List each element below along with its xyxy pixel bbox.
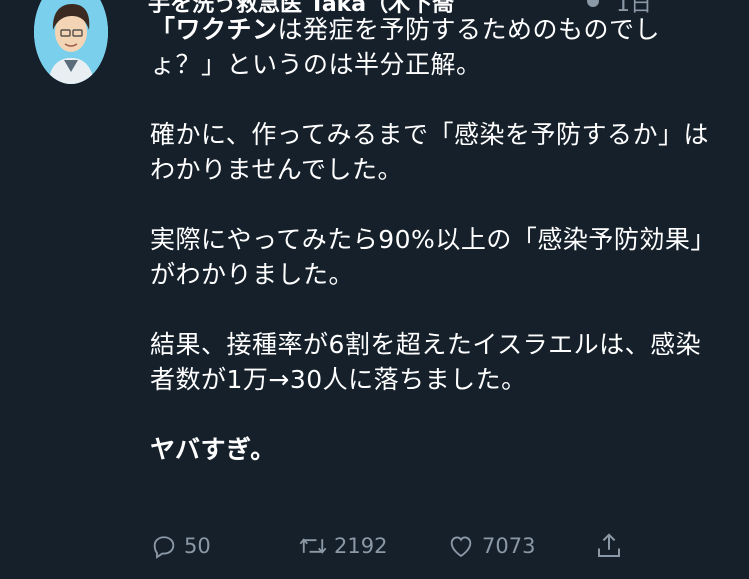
- reply-count: 50: [184, 534, 211, 558]
- tweet-paragraph-3: 実際にやってみたら90%以上の「感染予防効果」がわかりました。: [150, 225, 704, 289]
- retweet-icon: [299, 538, 327, 554]
- chevron-down-icon[interactable]: [584, 0, 602, 8]
- tweet-paragraph-5: ヤバすぎ。: [150, 435, 276, 464]
- heart-icon: [450, 536, 472, 558]
- tweet-text: 「ワクチンは発症を予防するためのものでしょ？」というのは半分正解。 確かに、作っ…: [150, 12, 710, 467]
- avatar[interactable]: [34, 0, 108, 84]
- tweet-paragraph-4: 結果、接種率が6割を超えたイスラエルは、感染者数が1万→30人に落ちました。: [150, 330, 702, 394]
- reply-icon: [153, 536, 175, 559]
- share-button[interactable]: [594, 528, 630, 564]
- like-button[interactable]: 7073: [446, 528, 535, 564]
- share-icon: [598, 533, 620, 557]
- avatar-illustration: [34, 0, 108, 84]
- tweet-paragraph-1: 「ワクチンは発症を予防するためのものでしょ？」というのは半分正解。: [150, 12, 710, 82]
- retweet-count: 2192: [334, 534, 388, 558]
- reply-button[interactable]: 50: [150, 528, 211, 564]
- retweet-button[interactable]: 2192: [298, 528, 387, 564]
- tweet-bold-phrase: 「ワクチン: [150, 15, 278, 44]
- like-count: 7073: [482, 534, 536, 558]
- tweet-actions: 50 2192 7073: [150, 528, 630, 564]
- tweet-paragraph-2: 確かに、作ってみるまで「感染を予防するか」はわかりませんでした。: [150, 120, 710, 184]
